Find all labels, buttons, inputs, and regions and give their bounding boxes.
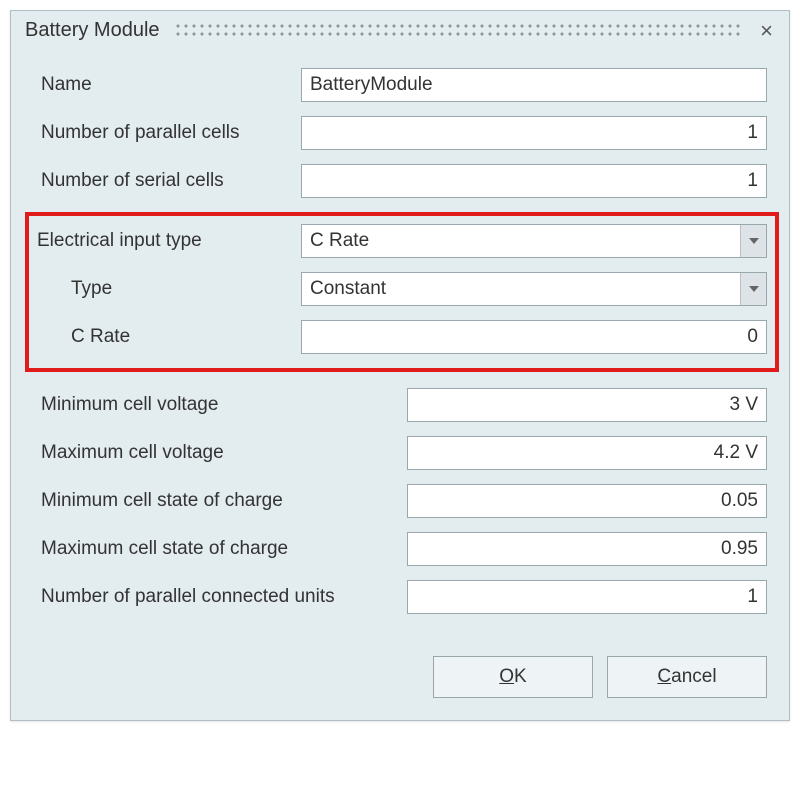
label-electrical-input-type: Electrical input type (37, 230, 301, 252)
label-name: Name (41, 74, 301, 96)
dialog-title: Battery Module (25, 19, 174, 42)
row-parallel-cells: Number of parallel cells (41, 116, 767, 150)
min-soc-input[interactable] (407, 484, 767, 518)
chevron-down-icon (740, 273, 766, 305)
row-min-soc: Minimum cell state of charge (41, 484, 767, 518)
label-min-soc: Minimum cell state of charge (41, 490, 407, 512)
electrical-input-type-value: C Rate (302, 230, 740, 252)
label-parallel-units: Number of parallel connected units (41, 586, 407, 608)
chevron-down-icon (740, 225, 766, 257)
name-input[interactable] (301, 68, 767, 102)
battery-module-dialog: Battery Module × Name Number of parallel… (10, 10, 790, 721)
titlebar-grip[interactable] (174, 22, 745, 40)
cancel-button[interactable]: Cancel (607, 656, 767, 698)
titlebar[interactable]: Battery Module × (11, 11, 789, 50)
ok-button[interactable]: OK (433, 656, 593, 698)
button-bar: OK Cancel (11, 638, 789, 720)
label-serial-cells: Number of serial cells (41, 170, 301, 192)
label-c-rate: C Rate (37, 326, 301, 348)
row-max-soc: Maximum cell state of charge (41, 532, 767, 566)
electrical-input-type-select[interactable]: C Rate (301, 224, 767, 258)
label-sub-type: Type (37, 278, 301, 300)
sub-type-value: Constant (302, 278, 740, 300)
parallel-units-input[interactable] (407, 580, 767, 614)
max-soc-input[interactable] (407, 532, 767, 566)
row-min-voltage: Minimum cell voltage (41, 388, 767, 422)
label-max-soc: Maximum cell state of charge (41, 538, 407, 560)
label-max-voltage: Maximum cell voltage (41, 442, 407, 464)
sub-type-select[interactable]: Constant (301, 272, 767, 306)
cancel-mnemonic: C (657, 666, 671, 687)
ok-rest: K (514, 666, 527, 687)
max-voltage-input[interactable] (407, 436, 767, 470)
serial-cells-input[interactable] (301, 164, 767, 198)
close-icon[interactable]: × (756, 20, 777, 42)
row-c-rate: C Rate (37, 320, 767, 354)
highlight-box: Electrical input type C Rate Type Consta… (25, 212, 779, 372)
c-rate-input[interactable] (301, 320, 767, 354)
cancel-rest: ancel (671, 666, 716, 687)
dialog-content: Name Number of parallel cells Number of … (11, 50, 789, 638)
label-parallel-cells: Number of parallel cells (41, 122, 301, 144)
row-name: Name (41, 68, 767, 102)
row-sub-type: Type Constant (37, 272, 767, 306)
row-electrical-input-type: Electrical input type C Rate (37, 224, 767, 258)
row-serial-cells: Number of serial cells (41, 164, 767, 198)
min-voltage-input[interactable] (407, 388, 767, 422)
row-parallel-units: Number of parallel connected units (41, 580, 767, 614)
label-min-voltage: Minimum cell voltage (41, 394, 407, 416)
group-limits: Minimum cell voltage Maximum cell voltag… (41, 388, 767, 614)
parallel-cells-input[interactable] (301, 116, 767, 150)
ok-mnemonic: O (499, 666, 514, 687)
row-max-voltage: Maximum cell voltage (41, 436, 767, 470)
